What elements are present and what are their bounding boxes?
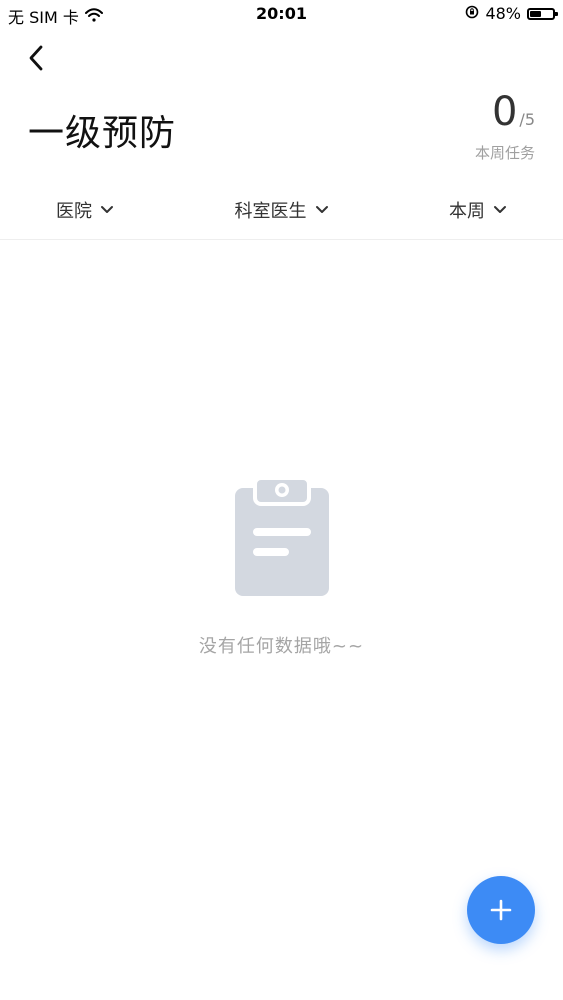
add-button[interactable]	[467, 876, 535, 944]
battery-percent: 48%	[485, 4, 521, 23]
empty-state: 没有任何数据哦~~	[0, 470, 563, 658]
filter-label: 本周	[449, 200, 485, 222]
filter-label: 科室医生	[234, 200, 307, 222]
filter-department-doctor[interactable]: 科室医生	[235, 197, 329, 223]
filter-bar: 医院 科室医生 本周	[0, 180, 563, 240]
plus-icon	[490, 899, 512, 921]
battery-icon	[527, 7, 558, 20]
status-bar: 无 SIM 卡 20:01 48%	[0, 0, 563, 28]
filter-hospital[interactable]: 医院	[56, 197, 114, 223]
weekly-count-total: /5	[519, 110, 535, 129]
chevron-left-icon	[29, 45, 43, 71]
filter-label: 医院	[56, 200, 92, 222]
weekly-count: 0 /5	[475, 92, 535, 132]
battery-fill	[530, 10, 541, 17]
page-title: 一级预防	[28, 113, 177, 154]
status-right: 48%	[465, 4, 558, 23]
weekly-count-number: 0	[491, 89, 518, 135]
orientation-lock-icon	[465, 4, 479, 23]
chevron-down-icon	[494, 206, 506, 213]
weekly-task-label: 本周任务	[474, 144, 535, 162]
weekly-task-summary: 0 /5 本周任务	[475, 92, 535, 163]
filter-this-week[interactable]: 本周	[449, 197, 507, 223]
chevron-down-icon	[315, 206, 328, 213]
clipboard-icon	[227, 470, 337, 600]
empty-message: 没有任何数据哦~~	[198, 636, 365, 657]
chevron-down-icon	[101, 206, 113, 213]
back-button[interactable]	[18, 38, 54, 78]
